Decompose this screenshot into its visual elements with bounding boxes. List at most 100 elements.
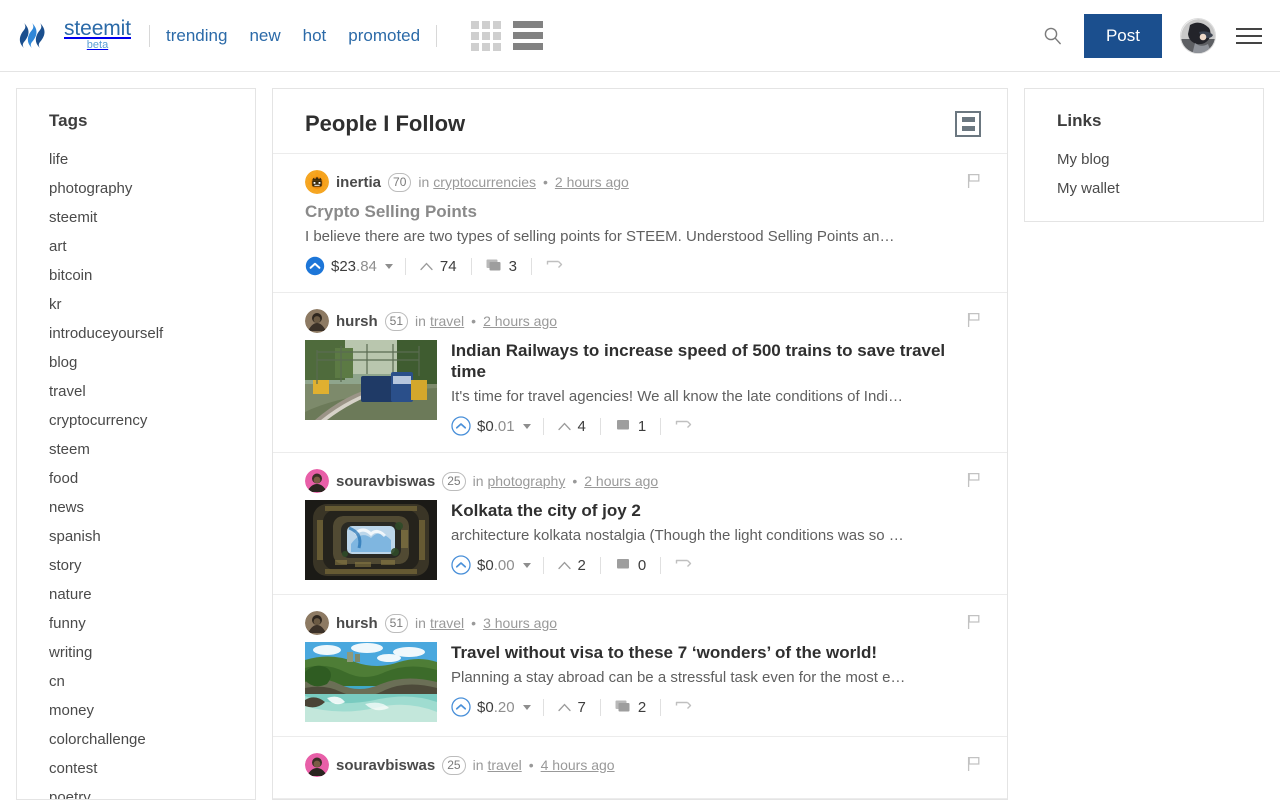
vote-count[interactable]: 7 [544, 699, 600, 716]
flag-icon[interactable] [967, 312, 981, 331]
search-icon[interactable] [1030, 13, 1076, 59]
chevron-down-icon[interactable] [522, 704, 531, 710]
tag-blog[interactable]: blog [49, 348, 223, 377]
post-author-link[interactable]: hursh [336, 615, 378, 632]
vote-count-value: 2 [577, 556, 586, 574]
tag-contest[interactable]: contest [49, 754, 223, 783]
comment-count-value: 1 [637, 417, 647, 435]
hamburger-menu-icon[interactable] [1236, 27, 1262, 44]
post-category-link[interactable]: photography [487, 473, 565, 489]
comment-count[interactable]: 0 [601, 557, 660, 574]
list-density-toggle-icon[interactable] [955, 111, 981, 137]
post-title-link[interactable]: Indian Railways to increase speed of 500… [451, 340, 981, 382]
tag-travel[interactable]: travel [49, 377, 223, 406]
chevron-down-icon[interactable] [384, 263, 393, 269]
post-category-link[interactable]: travel [430, 313, 464, 329]
meta-separator: • [542, 174, 548, 190]
comment-count[interactable]: 1 [601, 418, 660, 435]
link-my-blog[interactable]: My blog [1057, 145, 1231, 174]
tag-money[interactable]: money [49, 696, 223, 725]
post-category-link[interactable]: travel [430, 615, 464, 631]
tag-kr[interactable]: kr [49, 290, 223, 319]
tag-food[interactable]: food [49, 464, 223, 493]
post-title-link[interactable]: Kolkata the city of joy 2 [451, 500, 981, 521]
author-avatar-icon[interactable] [305, 469, 329, 493]
flag-icon[interactable] [967, 173, 981, 192]
tag-cryptocurrency[interactable]: cryptocurrency [49, 406, 223, 435]
list-item: steemit [17, 203, 255, 232]
post-title-link[interactable]: Travel without visa to these 7 ‘wonders’… [451, 642, 981, 663]
post-timestamp[interactable]: 2 hours ago [555, 174, 629, 190]
tag-spanish[interactable]: spanish [49, 522, 223, 551]
tag-steemit[interactable]: steemit [49, 203, 223, 232]
nav-hot[interactable]: hot [303, 27, 327, 44]
steemit-logo-icon[interactable] [14, 16, 54, 56]
post-thumbnail[interactable] [305, 642, 437, 722]
post-payout[interactable]: $0.01 [477, 418, 515, 435]
author-avatar-icon[interactable] [305, 611, 329, 635]
post-payout[interactable]: $0.00 [477, 557, 515, 574]
tag-life[interactable]: life [49, 145, 223, 174]
chevron-down-icon[interactable] [522, 423, 531, 429]
vote-count[interactable]: 4 [544, 418, 600, 435]
avatar[interactable] [1180, 17, 1216, 54]
meta-separator: • [572, 473, 578, 489]
author-avatar-icon[interactable] [305, 309, 329, 333]
upvote-icon[interactable] [305, 256, 325, 276]
list-view-icon[interactable] [513, 21, 544, 50]
author-avatar-icon[interactable] [305, 753, 329, 777]
post-timestamp[interactable]: 2 hours ago [483, 313, 557, 329]
author-avatar-icon[interactable] [305, 170, 329, 194]
comment-count[interactable]: 3 [472, 258, 531, 275]
vote-count[interactable]: 74 [406, 258, 471, 275]
upvote-icon[interactable] [451, 697, 471, 717]
flag-icon[interactable] [967, 472, 981, 491]
vote-group: $0.01 [451, 416, 543, 436]
post-thumbnail[interactable] [305, 340, 437, 420]
post-thumbnail[interactable] [305, 500, 437, 580]
tag-photography[interactable]: photography [49, 174, 223, 203]
link-my-wallet[interactable]: My wallet [1057, 174, 1231, 203]
tag-funny[interactable]: funny [49, 609, 223, 638]
post-timestamp[interactable]: 2 hours ago [584, 473, 658, 489]
brand-home-link[interactable]: steemit beta [64, 18, 131, 53]
flag-icon[interactable] [967, 614, 981, 633]
tag-introduceyourself[interactable]: introduceyourself [49, 319, 223, 348]
nav-new[interactable]: new [249, 27, 280, 44]
grid-view-icon[interactable] [471, 20, 502, 51]
tag-story[interactable]: story [49, 551, 223, 580]
resteem-icon[interactable] [532, 260, 577, 273]
chevron-down-icon[interactable] [522, 562, 531, 568]
tag-writing[interactable]: writing [49, 638, 223, 667]
tag-bitcoin[interactable]: bitcoin [49, 261, 223, 290]
vote-count[interactable]: 2 [544, 557, 600, 574]
tag-colorchallenge[interactable]: colorchallenge [49, 725, 223, 754]
post-author-link[interactable]: souravbiswas [336, 757, 435, 774]
upvote-icon[interactable] [451, 416, 471, 436]
post-author-link[interactable]: hursh [336, 313, 378, 330]
post-button[interactable]: Post [1083, 13, 1162, 58]
tag-nature[interactable]: nature [49, 580, 223, 609]
flag-icon[interactable] [967, 756, 981, 775]
nav-trending[interactable]: trending [166, 27, 227, 44]
tag-steem[interactable]: steem [49, 435, 223, 464]
post-author-link[interactable]: inertia [336, 174, 381, 191]
nav-promoted[interactable]: promoted [348, 27, 420, 44]
post-title-link[interactable]: Crypto Selling Points [305, 201, 981, 222]
upvote-icon[interactable] [451, 555, 471, 575]
resteem-icon[interactable] [661, 701, 706, 714]
resteem-icon[interactable] [661, 420, 706, 433]
tag-news[interactable]: news [49, 493, 223, 522]
tag-poetry[interactable]: poetry [49, 783, 223, 799]
post-payout[interactable]: $0.20 [477, 699, 515, 716]
post-payout[interactable]: $23.84 [331, 258, 377, 275]
post-timestamp[interactable]: 4 hours ago [541, 757, 615, 773]
post-timestamp[interactable]: 3 hours ago [483, 615, 557, 631]
comment-count[interactable]: 2 [601, 699, 660, 716]
post-category-link[interactable]: travel [487, 757, 521, 773]
tag-art[interactable]: art [49, 232, 223, 261]
resteem-icon[interactable] [661, 559, 706, 572]
tag-cn[interactable]: cn [49, 667, 223, 696]
post-author-link[interactable]: souravbiswas [336, 473, 435, 490]
post-category-link[interactable]: cryptocurrencies [433, 174, 536, 190]
